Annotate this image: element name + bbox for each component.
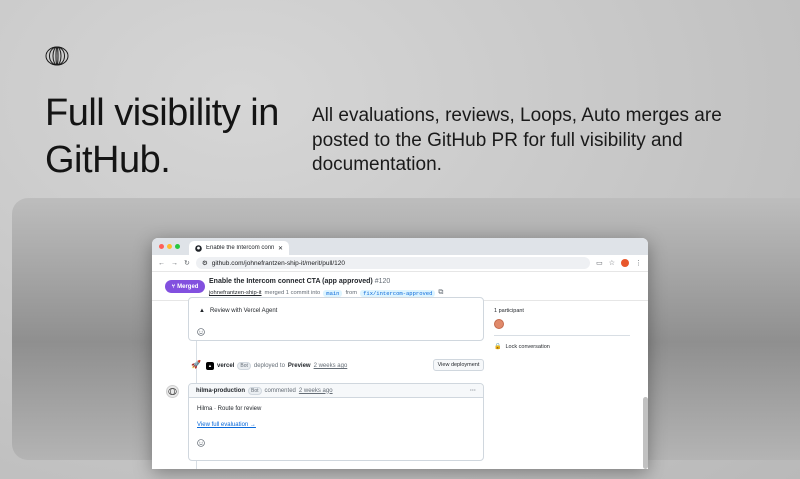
back-icon[interactable]: ← [158,260,165,267]
site-info-icon[interactable]: ⚙ [202,259,208,267]
vercel-avatar-icon: ▲ [206,362,214,370]
participants-label: 1 participant [494,308,524,314]
comment-box: hilma-production Bot commented 2 weeks a… [188,383,484,461]
reload-icon[interactable]: ↻ [184,259,190,267]
add-reaction-icon[interactable] [197,328,205,336]
review-item[interactable]: ▲ Review with Vercel Agent [199,308,277,314]
comment-author[interactable]: hilma-production [196,388,245,394]
pr-author-link[interactable]: johnefrantzen-ship-it [209,290,262,296]
comment-bot-badge: Bot [248,386,262,395]
url-text: github.com/johnefrantzen-ship-it/merit/p… [211,259,346,267]
page-scrollbar[interactable] [643,397,648,469]
view-full-evaluation-link[interactable]: View full evaluation → [197,422,256,428]
pr-meta: johnefrantzen-ship-it merged 1 commit in… [209,289,443,297]
review-item-label: Review with Vercel Agent [209,308,278,314]
cast-icon[interactable]: ▭ [596,259,603,267]
merged-status-badge: ⑂ Merged [165,280,205,293]
close-window-button[interactable] [159,244,164,249]
base-branch[interactable]: main [323,289,343,297]
tab-close-icon[interactable]: ✕ [278,245,283,252]
deployment-event: ▲ vercel Bot deployed to Preview 2 weeks… [206,362,347,370]
comment-verb: commented [264,387,296,394]
browser-tab[interactable]: Enable the Intercom connect ✕ [189,241,289,255]
hilma-logo-icon [168,388,177,395]
comment-body: Hilma · Route for review [197,406,262,412]
lock-icon: 🔒 [494,344,502,350]
vercel-triangle-icon: ▲ [199,308,205,314]
merged-status-label: Merged [177,283,199,290]
forward-icon[interactable]: → [171,260,178,267]
lock-conversation-button[interactable]: 🔒 Lock conversation [494,343,550,351]
github-icon [195,244,202,252]
comment-time[interactable]: 2 weeks ago [299,388,333,394]
brand-logo-icon [45,46,69,66]
deploy-actor[interactable]: vercel [217,363,234,369]
profile-avatar[interactable] [621,259,629,267]
comment-header: hilma-production Bot commented 2 weeks a… [189,384,483,398]
view-deployment-button[interactable]: View deployment [433,359,484,371]
commenter-avatar[interactable] [166,385,179,398]
menu-kebab-icon[interactable]: ⋮ [635,259,642,267]
pr-number: #120 [374,278,391,285]
hero-headline: Full visibility in GitHub. [45,92,279,181]
tab-title: Enable the Intercom connect [206,245,274,251]
deploy-environment[interactable]: Preview [288,363,311,369]
pr-title: Enable the Intercom connect CTA (app app… [209,278,390,285]
merge-icon: ⑂ [171,283,176,290]
participant-avatar[interactable] [494,319,504,329]
minimize-window-button[interactable] [167,244,172,249]
bookmark-star-icon[interactable]: ☆ [609,259,615,267]
browser-tabbar: Enable the Intercom connect ✕ [152,238,648,255]
comment-add-reaction-icon[interactable] [197,439,205,447]
comment-more-options-icon[interactable]: ··· [470,388,476,394]
maximize-window-button[interactable] [175,244,180,249]
pr-meta-from: from [345,290,358,296]
lock-conversation-label: Lock conversation [505,343,550,350]
rocket-icon: 🚀 [191,360,201,369]
browser-toolbar: ← → ↻ ⚙ github.com/johnefrantzen-ship-it… [152,255,648,272]
sidebar-divider [494,335,630,336]
bot-badge: Bot [237,362,251,370]
hero-subcopy: All evaluations, reviews, Loops, Auto me… [312,105,722,175]
pr-conversation: ▲ Review with Vercel Agent 🚀 ▲ vercel Bo… [152,297,648,469]
pr-title-text: Enable the Intercom connect CTA (app app… [209,278,373,285]
copy-icon[interactable]: ⧉ [438,289,443,297]
browser-window: Enable the Intercom connect ✕ ← → ↻ ⚙ gi… [152,238,648,469]
head-branch[interactable]: fix/intercom-approved [360,289,436,297]
pr-meta-text: merged 1 commit into [264,290,321,296]
deploy-time[interactable]: 2 weeks ago [314,363,348,369]
deploy-text: deployed to [253,363,285,369]
review-box: ▲ Review with Vercel Agent [188,297,484,341]
address-bar[interactable]: ⚙ github.com/johnefrantzen-ship-it/merit… [195,257,591,269]
